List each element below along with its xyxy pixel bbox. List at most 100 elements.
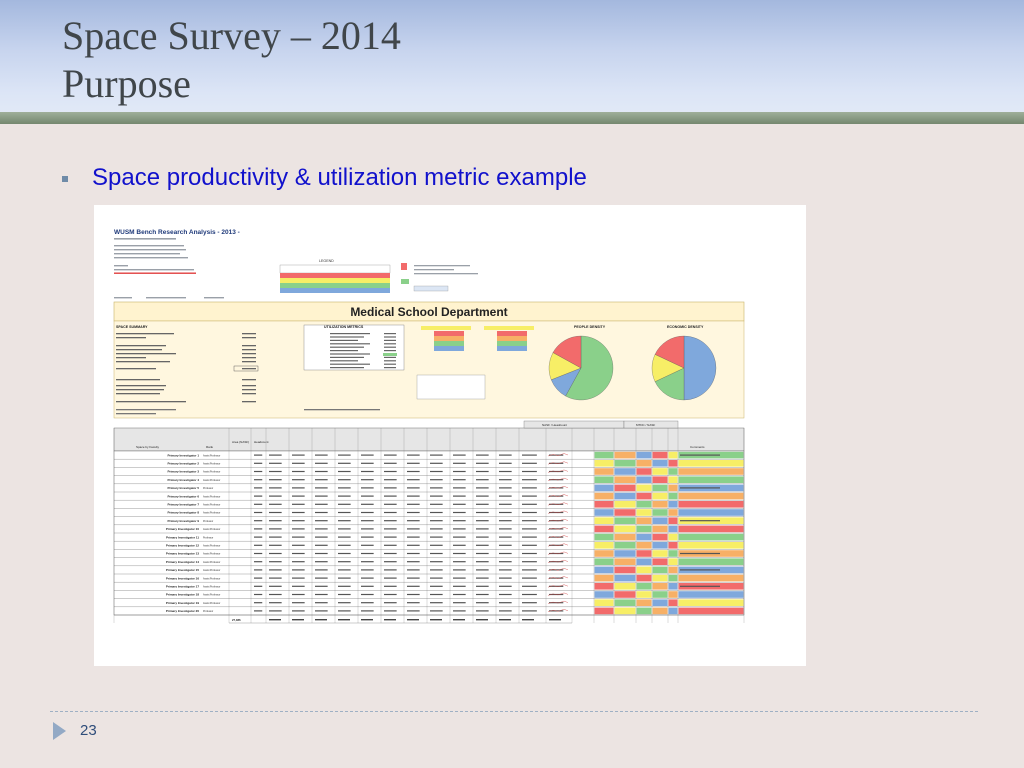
table-status-cell — [668, 574, 678, 582]
table-cell-value — [254, 528, 263, 530]
footer-triangle-icon — [53, 722, 66, 740]
table-cell-value — [361, 511, 374, 514]
bullet-square-icon — [62, 176, 68, 182]
table-cell-value — [453, 577, 466, 579]
table-cell-value — [254, 487, 263, 489]
summary-text-line — [116, 389, 164, 391]
table-status-cell — [678, 542, 744, 549]
table-cell-value — [254, 593, 263, 596]
table-cell-value — [453, 602, 466, 604]
table-cell-value — [430, 536, 443, 538]
table-cell-value — [522, 470, 537, 473]
utilization-highlight — [383, 353, 397, 356]
table-status-cell — [652, 468, 668, 475]
table-cell-value — [292, 585, 305, 587]
table-cell-value — [453, 479, 466, 481]
summary-text-line — [116, 385, 166, 387]
table-row-investigator: Primary Investigator 1 — [167, 453, 199, 457]
table-status-cell — [668, 550, 678, 557]
table-status-cell — [652, 517, 668, 524]
table-status-cell — [594, 492, 614, 500]
table-status-cell — [652, 492, 668, 500]
spreadsheet-svg: WUSM Bench Research Analysis - 2013 - LE… — [113, 229, 745, 624]
table-row-rank: Professor — [203, 536, 213, 539]
table-cell-value — [430, 503, 443, 505]
table-status-cell — [636, 599, 652, 606]
table-cell-value — [384, 528, 397, 530]
table-cell-value — [254, 536, 263, 538]
table-total-value — [453, 619, 465, 621]
table-cell-value — [499, 577, 512, 579]
table-status-cell — [636, 533, 652, 541]
table-cell-value — [499, 602, 512, 604]
economic-density-label: ECONOMIC DENSITY — [667, 325, 704, 329]
table-status-cell — [678, 468, 744, 475]
table-status-cell — [652, 460, 668, 467]
utilization-text-line — [330, 353, 370, 355]
table-cell-value — [361, 610, 374, 612]
utilization-text-line — [330, 339, 358, 341]
sheet-draft-line — [114, 297, 224, 299]
table-status-cell — [594, 607, 614, 615]
table-status-cell — [668, 566, 678, 574]
table-cell-value — [384, 454, 397, 456]
utilization-text-line — [330, 350, 358, 352]
table-cell-value — [476, 561, 489, 563]
table-status-cell — [614, 501, 636, 508]
table-cell-value — [522, 552, 537, 555]
table-status-cell — [614, 542, 636, 549]
table-cell-value — [315, 454, 328, 456]
table-cell-value — [269, 454, 282, 456]
table-status-cell — [636, 542, 652, 549]
table-cell-value — [384, 585, 397, 587]
sheet-header-note-red — [114, 272, 196, 274]
table-status-cell — [594, 583, 614, 590]
table-cell-value — [430, 495, 443, 497]
table-cell-value — [338, 602, 351, 604]
table-cell-value — [522, 602, 537, 604]
table-status-cell — [614, 591, 636, 598]
table-cell-value — [361, 552, 374, 555]
table-cell-value — [430, 487, 443, 489]
table-total-value — [407, 619, 419, 621]
table-cell-value — [499, 503, 512, 505]
sheet-header-lines — [114, 238, 194, 271]
footer-divider — [50, 711, 978, 712]
table-status-cell — [652, 451, 668, 459]
table-cell-value — [476, 470, 489, 473]
table-cell-value — [338, 569, 351, 571]
table-cell-value — [254, 520, 263, 522]
table-cell-value — [522, 454, 537, 456]
table-cell-value — [407, 470, 420, 473]
table-cell-value — [430, 585, 443, 587]
table-cell-value — [292, 470, 305, 473]
table-cell-value — [315, 511, 328, 514]
table-total-value — [338, 619, 350, 621]
table-cell-value — [522, 569, 537, 571]
table-cell-value — [430, 610, 443, 612]
table-cell-value — [453, 536, 466, 538]
table-cell-value — [476, 520, 489, 522]
summary-value — [242, 361, 256, 363]
table-cell-value — [476, 462, 489, 464]
table-cell-value — [315, 520, 328, 522]
utilization-value — [384, 336, 396, 338]
table-cell-value — [407, 552, 420, 555]
table-status-cell — [594, 484, 614, 492]
table-status-cell — [636, 501, 652, 508]
table-status-cell — [652, 542, 668, 549]
table-status-cell — [668, 492, 678, 500]
summary-value — [242, 357, 256, 359]
table-cell-value — [476, 511, 489, 514]
table-status-cell — [678, 509, 744, 516]
table-cell-value — [430, 561, 443, 563]
table-status-cell — [678, 501, 744, 508]
table-cell-value — [315, 470, 328, 473]
table-row-comment — [680, 487, 720, 489]
utilization-metrics-label: UTILIZATION METRICS — [324, 325, 364, 329]
table-cell-value — [254, 577, 263, 579]
table-status-cell — [668, 501, 678, 508]
table-cell-value — [407, 610, 420, 612]
table-cell-value — [315, 552, 328, 555]
table-status-cell — [668, 533, 678, 541]
